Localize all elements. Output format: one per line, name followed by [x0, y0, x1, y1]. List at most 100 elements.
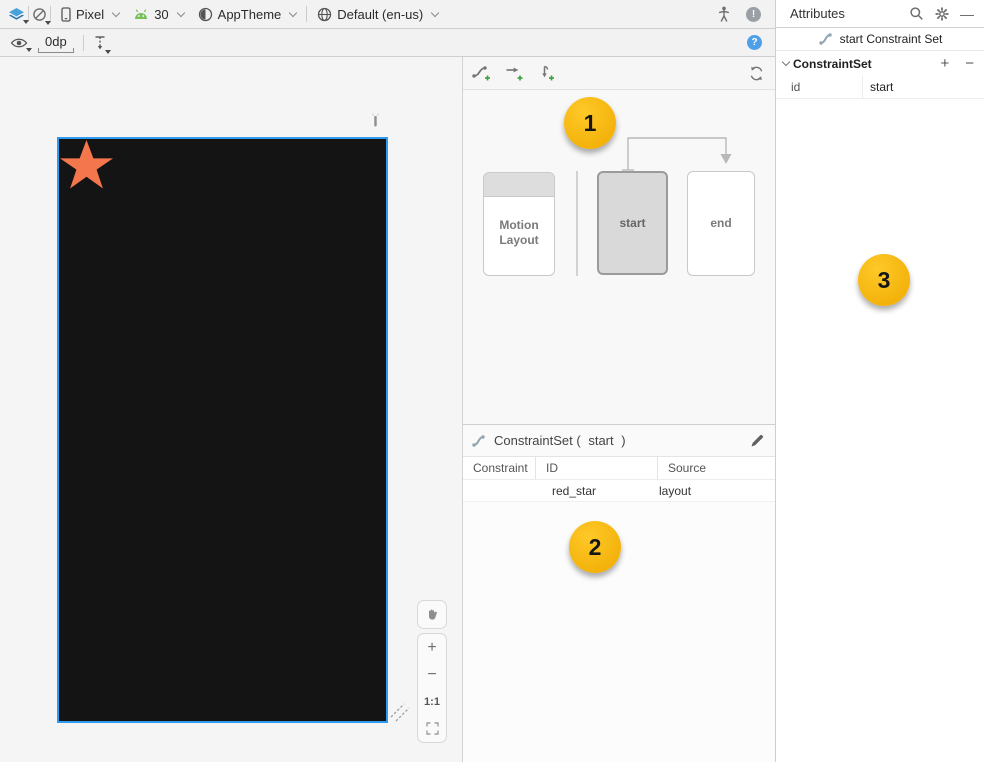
canvas-toolbar: 0dp ?: [0, 29, 775, 57]
zoom-out-button[interactable]: −: [418, 661, 446, 688]
android-icon: [133, 8, 149, 20]
layers-icon: [8, 7, 25, 21]
cell-constraint: [463, 480, 536, 501]
attribute-row: id start: [776, 76, 984, 99]
measure-constraints-button[interactable]: [93, 35, 107, 51]
toolbar-separator: [83, 35, 84, 51]
chevron-down-icon: [112, 8, 120, 16]
motion-editor-toolbar: [463, 57, 775, 90]
ruler-icon: [93, 35, 107, 51]
cell-id: red_star: [536, 480, 658, 501]
pan-button[interactable]: [417, 600, 447, 629]
constraint-table-header: Constraint ID Source: [463, 457, 775, 480]
motion-state-graph: Motion Layout start end: [463, 91, 775, 424]
section-title: ConstraintSet: [793, 57, 872, 71]
device-screen[interactable]: [57, 137, 388, 723]
dropdown-caret-icon: [26, 48, 32, 52]
chevron-down-icon: [431, 8, 439, 16]
api-level-selector[interactable]: 30: [126, 0, 190, 28]
theme-label: AppTheme: [218, 7, 282, 22]
fit-screen-icon: [426, 722, 439, 735]
title-suffix: ): [621, 433, 625, 448]
selected-component-row: start Constraint Set: [776, 28, 984, 51]
toolbar-separator: [306, 6, 307, 22]
state-divider: [576, 171, 578, 276]
title-prefix: ConstraintSet (: [494, 433, 581, 448]
table-row[interactable]: red_star layout: [463, 480, 775, 502]
theme-icon: [198, 7, 213, 22]
attributes-panel-header: Attributes —: [776, 0, 984, 28]
accessibility-icon[interactable]: [718, 6, 730, 22]
wrench-icon[interactable]: [370, 111, 381, 128]
no-rotate-icon: [32, 7, 47, 22]
view-options-button[interactable]: [10, 37, 28, 49]
globe-icon: [317, 7, 332, 22]
chevron-down-icon: [782, 58, 790, 66]
dropdown-caret-icon: [23, 20, 29, 24]
gear-icon[interactable]: [935, 7, 949, 21]
add-constraintset-button[interactable]: [471, 64, 492, 83]
constraintset-panel-header: ConstraintSet ( start ): [463, 425, 775, 457]
motion-layout-card-header: [484, 173, 554, 197]
constraintset-icon: [471, 433, 487, 449]
column-id[interactable]: ID: [536, 457, 658, 479]
chevron-down-icon: [176, 8, 184, 16]
add-attribute-button[interactable]: +: [940, 55, 949, 72]
motion-layout-label-line2: Layout: [499, 233, 538, 248]
annotation-badge-1: 1: [564, 97, 616, 149]
column-source[interactable]: Source: [658, 457, 716, 479]
constraintset-section-header[interactable]: ConstraintSet + −: [776, 51, 984, 76]
motion-layout-card[interactable]: Motion Layout: [483, 172, 555, 276]
attributes-panel: Attributes — start Constraint Set: [775, 0, 984, 762]
attributes-title: Attributes: [790, 6, 845, 21]
remove-attribute-button[interactable]: −: [965, 55, 974, 72]
zoom-to-fit-button[interactable]: [418, 715, 446, 742]
attribute-value-field[interactable]: start: [863, 76, 984, 98]
locale-label: Default (en-us): [337, 7, 423, 22]
hide-panel-button[interactable]: —: [960, 9, 974, 19]
annotation-badge-3: 3: [858, 254, 910, 306]
start-state-card[interactable]: start: [597, 171, 668, 275]
zoom-in-button[interactable]: +: [418, 634, 446, 661]
add-transition-button[interactable]: [505, 64, 525, 83]
constraintset-panel-title: ConstraintSet ( start ): [494, 433, 626, 448]
zoom-controls: + − 1:1: [417, 633, 447, 743]
end-state-label: end: [710, 216, 731, 231]
design-toolbar: Pixel 30 AppTheme Default (en-us): [0, 0, 775, 29]
chevron-down-icon: [289, 8, 297, 16]
dropdown-caret-icon: [105, 50, 111, 54]
cycle-layout-icon[interactable]: [748, 65, 765, 82]
zoom-ratio-button[interactable]: 1:1: [418, 688, 446, 715]
api-level-label: 30: [154, 7, 168, 22]
device-label: Pixel: [76, 7, 104, 22]
help-button[interactable]: ?: [747, 35, 762, 50]
device-selector[interactable]: Pixel: [54, 0, 126, 28]
red-star-view[interactable]: [60, 140, 113, 191]
resize-handle[interactable]: [389, 700, 413, 724]
selected-component-label: start Constraint Set: [840, 32, 943, 46]
default-margin-control[interactable]: 0dp: [38, 33, 74, 53]
attribute-name: id: [776, 76, 863, 98]
search-icon[interactable]: [909, 6, 924, 21]
annotation-badge-2: 2: [569, 521, 621, 573]
design-canvas[interactable]: + − 1:1: [0, 57, 462, 762]
phone-icon: [61, 7, 71, 22]
cell-source: layout: [658, 480, 691, 501]
hand-icon: [425, 607, 440, 622]
issue-badge[interactable]: !: [746, 7, 761, 22]
constraintset-icon: [818, 31, 834, 47]
edit-pencil-icon[interactable]: [749, 433, 765, 449]
add-click-handler-button[interactable]: [538, 64, 556, 83]
design-surface-button[interactable]: [8, 7, 25, 21]
orientation-button[interactable]: [32, 7, 47, 22]
dropdown-caret-icon: [45, 21, 51, 25]
title-state: start: [588, 433, 613, 448]
column-constraint[interactable]: Constraint: [463, 457, 536, 479]
theme-selector[interactable]: AppTheme: [191, 0, 304, 28]
end-state-card[interactable]: end: [687, 171, 755, 276]
start-state-label: start: [619, 216, 645, 231]
locale-selector[interactable]: Default (en-us): [310, 0, 445, 28]
motion-layout-label-line1: Motion: [499, 218, 538, 233]
constraintset-panel: ConstraintSet ( start ) Constraint ID So…: [463, 424, 775, 762]
motion-editor-panel: Motion Layout start end ConstraintSet ( …: [462, 57, 775, 762]
